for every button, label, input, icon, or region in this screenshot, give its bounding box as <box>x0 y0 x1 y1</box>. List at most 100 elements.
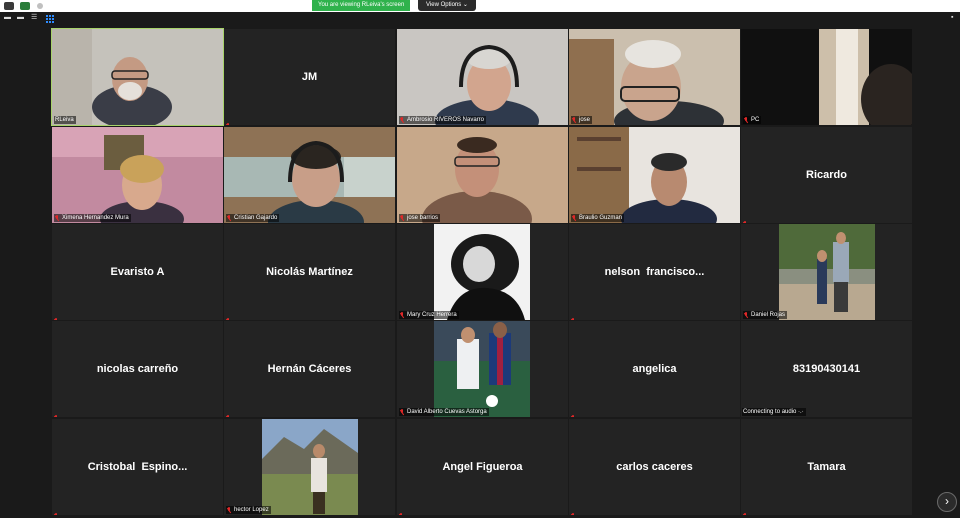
mic-muted-icon <box>226 116 232 125</box>
mic-muted-icon <box>744 117 748 123</box>
participant-name-label: Ambrosio RIVEROS Navarro <box>399 116 487 124</box>
video-tile[interactable]: Nicolás Martínez <box>224 224 395 320</box>
participant-photo <box>262 419 358 515</box>
participant-display-name: nelson francisco... <box>604 266 705 278</box>
mic-muted-icon <box>54 408 60 417</box>
mic-muted-icon <box>399 506 405 515</box>
video-tile[interactable]: Daniel Rojas <box>741 224 912 320</box>
participant-display-name: 83190430141 <box>792 363 861 375</box>
participant-display-name: Cristobal Espino... <box>87 461 188 473</box>
mic-muted-icon <box>572 117 576 123</box>
mic-muted-icon <box>226 408 232 417</box>
video-tile[interactable]: Tamara <box>741 419 912 515</box>
next-page-button[interactable]: › <box>937 492 957 512</box>
video-tile[interactable]: Hernán Cáceres <box>224 321 395 417</box>
restore-icon[interactable]: ▬ <box>17 14 24 22</box>
participant-video <box>741 29 912 125</box>
video-tile[interactable]: hector Lopez <box>224 419 395 515</box>
participant-video <box>397 29 568 125</box>
minimize-icon[interactable]: ▬ <box>4 14 11 22</box>
participant-video <box>52 127 223 223</box>
mic-muted-icon <box>571 506 577 515</box>
participant-display-name: carlos caceres <box>616 461 693 473</box>
view-options-label: View Options <box>426 2 462 8</box>
participant-name-label: David Alberto Cuevas Astorga <box>399 408 489 416</box>
gallery-view-icon[interactable] <box>46 15 54 23</box>
participant-name-label: Braulio Guzman <box>571 214 625 222</box>
shield-icon[interactable] <box>20 2 30 10</box>
mic-muted-icon <box>226 311 232 320</box>
video-tile[interactable]: Ricardo <box>741 127 912 223</box>
participant-display-name: Nicolás Martínez <box>266 266 353 278</box>
video-tile[interactable]: Ambrosio RIVEROS Navarro <box>397 29 568 125</box>
chevron-down-icon: ⌄ <box>462 2 468 8</box>
video-tile[interactable]: nelson francisco... <box>569 224 740 320</box>
participant-video <box>397 127 568 223</box>
participant-name-label: Connecting to audio ·.· <box>742 408 806 416</box>
menu-icon[interactable]: ☰ <box>31 14 37 22</box>
viewing-screen-banner: You are viewing RLeiva's screen <box>312 0 411 11</box>
mic-muted-icon <box>572 215 576 221</box>
mic-muted-icon <box>743 214 749 223</box>
participant-name-label: Daniel Rojas <box>743 311 788 319</box>
mic-muted-icon <box>571 408 577 417</box>
participant-display-name: angelica <box>632 363 677 375</box>
video-tile[interactable]: jose barrios <box>397 127 568 223</box>
participant-video <box>569 29 740 125</box>
video-tile[interactable]: JM <box>224 29 395 125</box>
participant-name-label: hector Lopez <box>226 506 271 514</box>
video-tile[interactable]: Mary Cruz Herrera <box>397 224 568 320</box>
video-tile[interactable]: 83190430141 Connecting to audio ·.· <box>741 321 912 417</box>
fullscreen-icon[interactable]: ▪ <box>951 14 953 22</box>
participant-name-label: Cristian Gajardo <box>226 214 280 222</box>
video-tile[interactable]: Cristian Gajardo <box>224 127 395 223</box>
participant-photo <box>434 321 530 417</box>
chevron-right-icon: › <box>945 494 949 508</box>
video-tile[interactable]: Braulio Guzman <box>569 127 740 223</box>
participant-name-label: jose barrios <box>399 214 441 222</box>
mic-muted-icon <box>744 312 748 318</box>
mic-muted-icon <box>400 117 404 123</box>
mic-muted-icon <box>400 312 404 318</box>
mic-muted-icon <box>571 311 577 320</box>
participant-name-label: PC <box>743 116 762 124</box>
mic-muted-icon <box>55 215 59 221</box>
participant-display-name: Tamara <box>807 461 846 473</box>
participant-name-label: Ximena Hernandez Mura <box>54 214 131 222</box>
participant-display-name: nicolas carreño <box>96 363 179 375</box>
participant-video <box>224 127 395 223</box>
mic-muted-icon <box>400 409 404 415</box>
mic-muted-icon <box>54 506 60 515</box>
top-bar: You are viewing RLeiva's screen View Opt… <box>0 0 960 12</box>
video-tile[interactable]: Evaristo A <box>52 224 223 320</box>
camera-icon[interactable] <box>4 2 14 10</box>
participant-name-label: RLeiva <box>54 116 76 124</box>
video-tile[interactable]: David Alberto Cuevas Astorga <box>397 321 568 417</box>
video-tile[interactable]: angelica <box>569 321 740 417</box>
participant-display-name: Hernán Cáceres <box>267 363 352 375</box>
participant-photo <box>779 224 875 320</box>
participant-display-name: JM <box>301 71 318 83</box>
video-tile[interactable]: Ximena Hernandez Mura <box>52 127 223 223</box>
mic-muted-icon <box>227 215 231 221</box>
video-tile[interactable]: Angel Figueroa <box>397 419 568 515</box>
mic-muted-icon <box>400 215 404 221</box>
participant-photo <box>434 224 530 320</box>
status-dot-icon <box>37 3 43 9</box>
video-tile[interactable]: jose <box>569 29 740 125</box>
mic-muted-icon <box>743 506 749 515</box>
participant-display-name: Ricardo <box>806 169 847 181</box>
participant-name-label: Mary Cruz Herrera <box>399 311 459 319</box>
video-tile[interactable]: nicolas carreño <box>52 321 223 417</box>
participant-display-name: Evaristo A <box>110 266 165 278</box>
mic-muted-icon <box>227 507 231 513</box>
participant-name-label: jose <box>571 116 593 124</box>
video-tile[interactable]: carlos caceres <box>569 419 740 515</box>
video-tile[interactable]: Cristobal Espino... <box>52 419 223 515</box>
video-tile[interactable]: PC <box>741 29 912 125</box>
mic-muted-icon <box>54 311 60 320</box>
view-options-button[interactable]: View Options ⌄ <box>418 0 476 11</box>
video-tile[interactable]: RLeiva <box>51 28 224 126</box>
participant-video <box>569 127 740 223</box>
participant-display-name: Angel Figueroa <box>442 461 523 473</box>
